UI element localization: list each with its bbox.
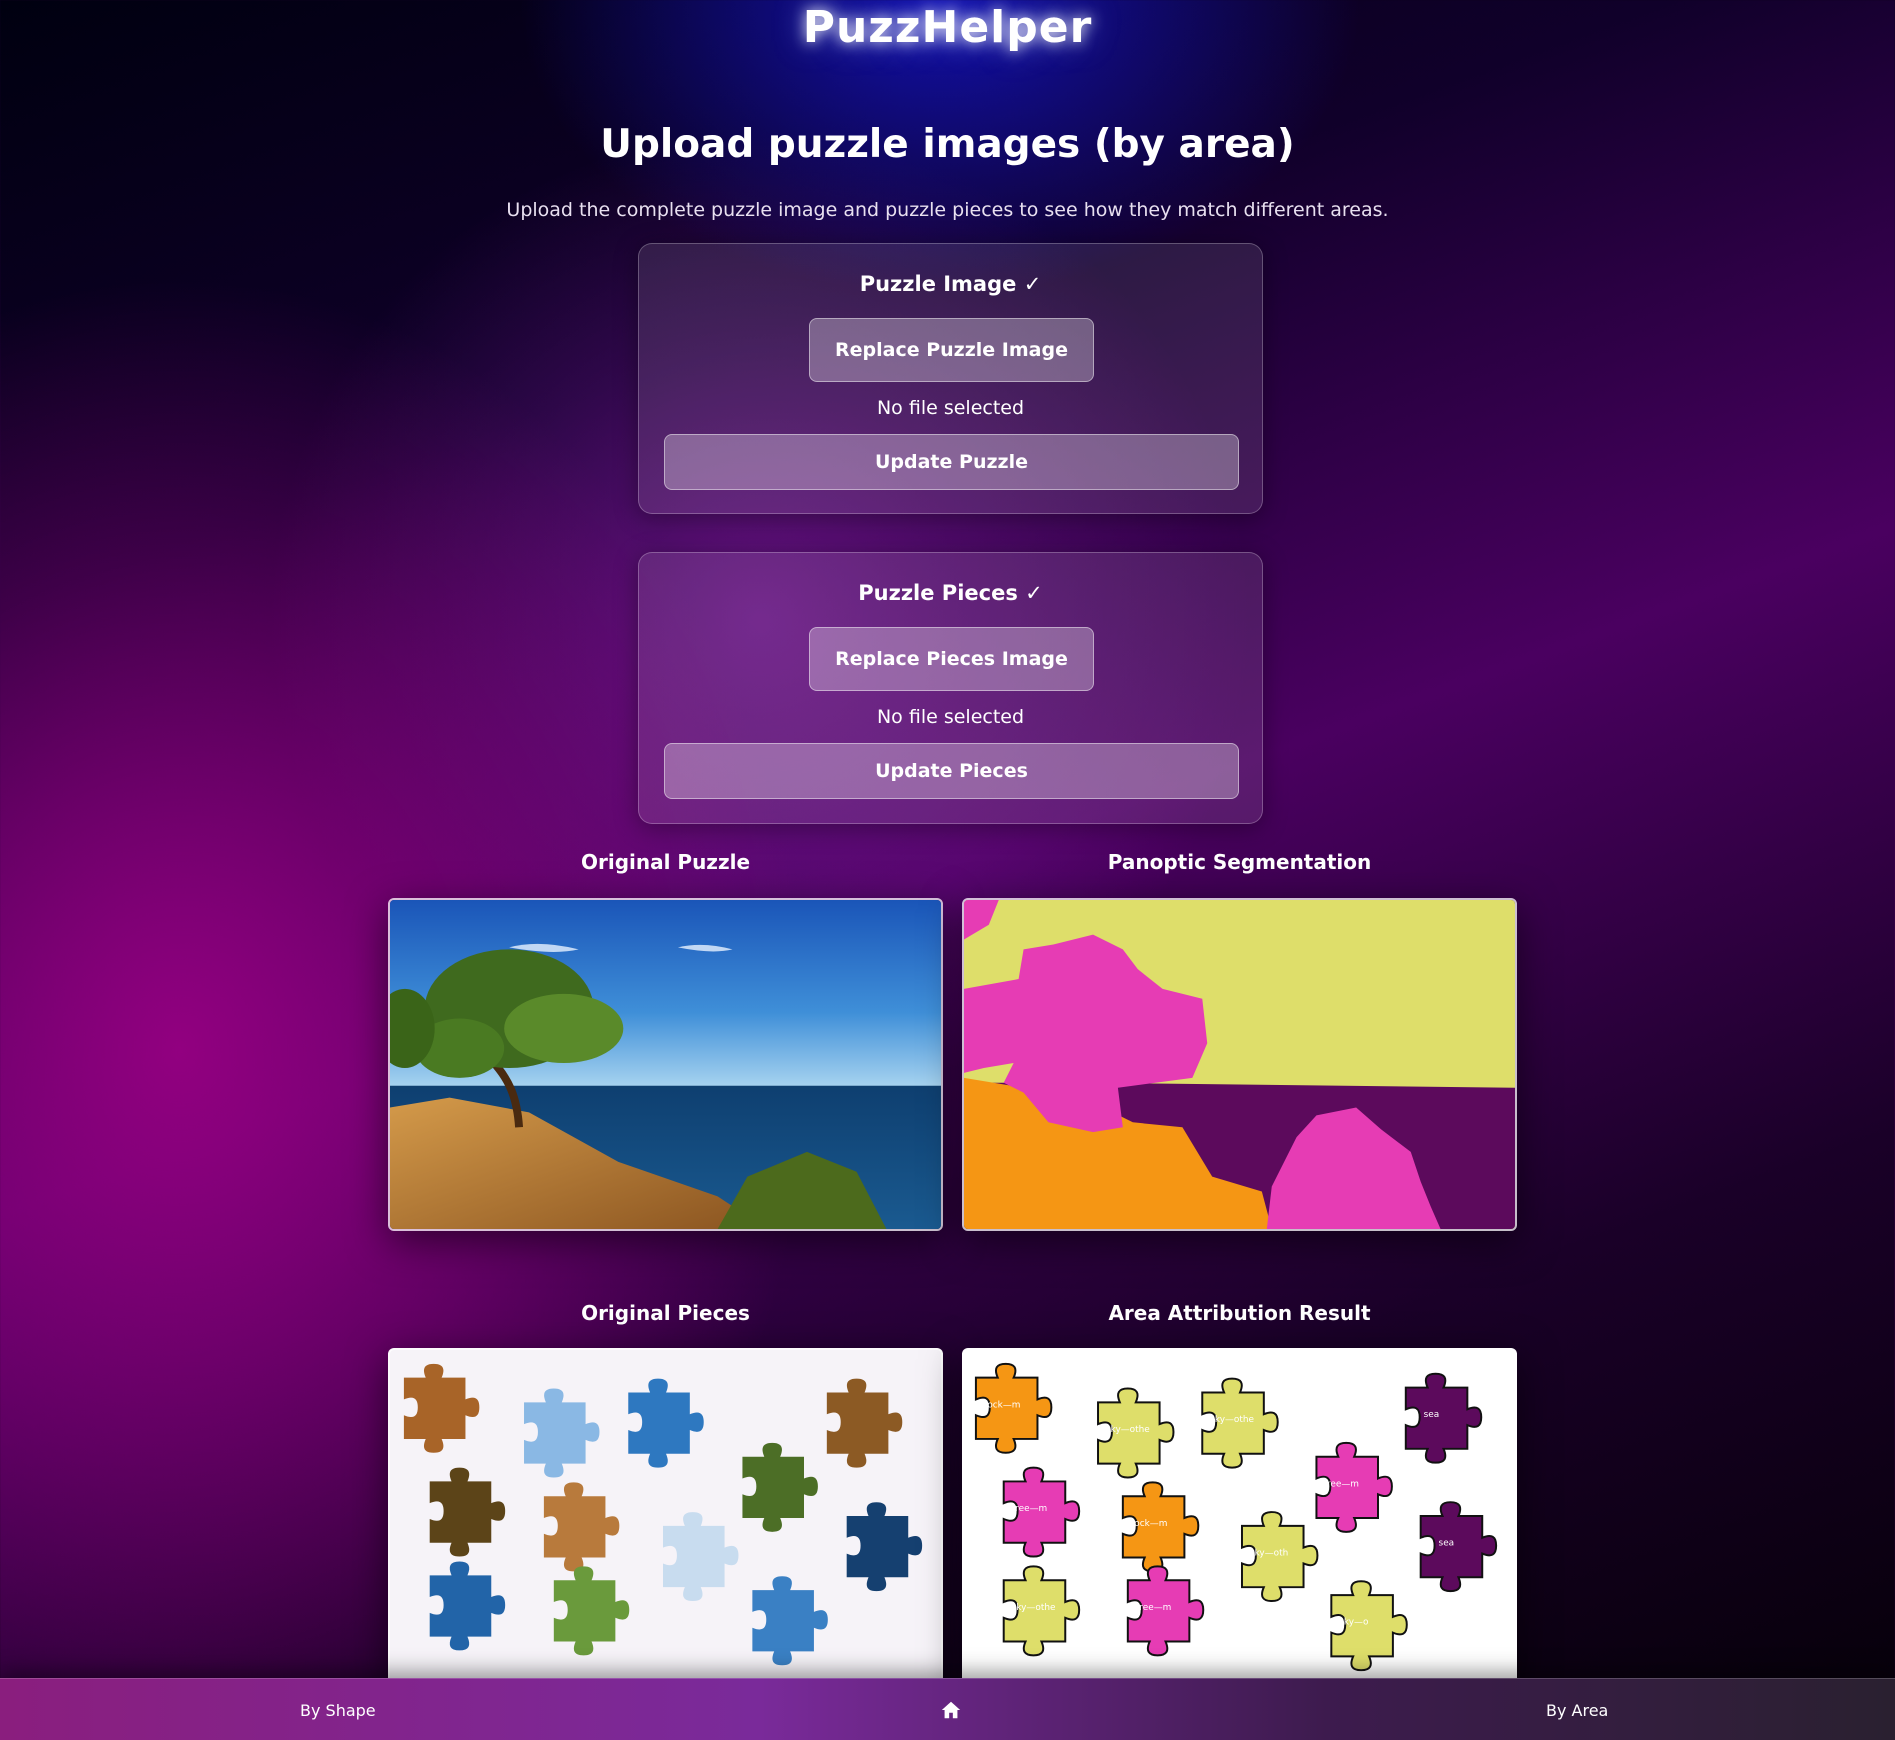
puzzle-upload-card: Puzzle Image ✓ Replace Puzzle Image No f… bbox=[638, 243, 1263, 514]
area-attribution-image: rock—m sky—othe sky—othe sea tree—m tree… bbox=[962, 1348, 1517, 1688]
result-label: rock—m bbox=[1131, 1519, 1168, 1529]
page-title: Upload puzzle images (by area) bbox=[600, 122, 1295, 167]
result-label: sky—o bbox=[1339, 1618, 1368, 1628]
nav-by-shape[interactable]: By Shape bbox=[300, 1679, 376, 1740]
pieces-card-title: Puzzle Pieces ✓ bbox=[858, 581, 1043, 605]
result-label: tree—m bbox=[1136, 1603, 1172, 1613]
result-label: sea bbox=[1424, 1410, 1440, 1420]
result-label: sky—othe bbox=[1210, 1415, 1254, 1425]
original-pieces-image bbox=[388, 1348, 943, 1688]
app-logo: PuzzHelper bbox=[802, 2, 1093, 53]
original-pieces-title: Original Pieces bbox=[581, 1301, 750, 1325]
puzzle-card-title: Puzzle Image ✓ bbox=[859, 272, 1042, 296]
result-label: tree—m bbox=[1323, 1479, 1359, 1489]
panoptic-segmentation-image bbox=[962, 898, 1517, 1231]
page-subtitle: Upload the complete puzzle image and puz… bbox=[506, 199, 1389, 221]
original-puzzle-image bbox=[388, 898, 943, 1231]
home-icon[interactable] bbox=[940, 1679, 962, 1740]
result-label: sea bbox=[1439, 1539, 1455, 1549]
replace-puzzle-image-button[interactable]: Replace Puzzle Image bbox=[809, 318, 1094, 382]
result-label: rock—m bbox=[984, 1400, 1021, 1410]
puzzle-file-status: No file selected bbox=[876, 397, 1025, 419]
pieces-upload-card: Puzzle Pieces ✓ Replace Pieces Image No … bbox=[638, 552, 1263, 824]
update-puzzle-button[interactable]: Update Puzzle bbox=[664, 434, 1239, 490]
result-label: sky—othe bbox=[1106, 1425, 1150, 1435]
panoptic-segmentation-title: Panoptic Segmentation bbox=[1107, 850, 1372, 874]
original-puzzle-title: Original Puzzle bbox=[580, 850, 751, 874]
replace-pieces-image-button[interactable]: Replace Pieces Image bbox=[809, 627, 1094, 691]
result-label: tree—m bbox=[1012, 1504, 1048, 1514]
area-attribution-title: Area Attribution Result bbox=[1108, 1301, 1371, 1325]
update-pieces-button[interactable]: Update Pieces bbox=[664, 743, 1239, 799]
result-label: sky—oth bbox=[1250, 1549, 1288, 1559]
bottom-nav: By Shape By Area bbox=[0, 1678, 1895, 1740]
nav-by-area[interactable]: By Area bbox=[1546, 1679, 1608, 1740]
pieces-file-status: No file selected bbox=[876, 706, 1025, 728]
result-label: sky—othe bbox=[1012, 1603, 1056, 1613]
